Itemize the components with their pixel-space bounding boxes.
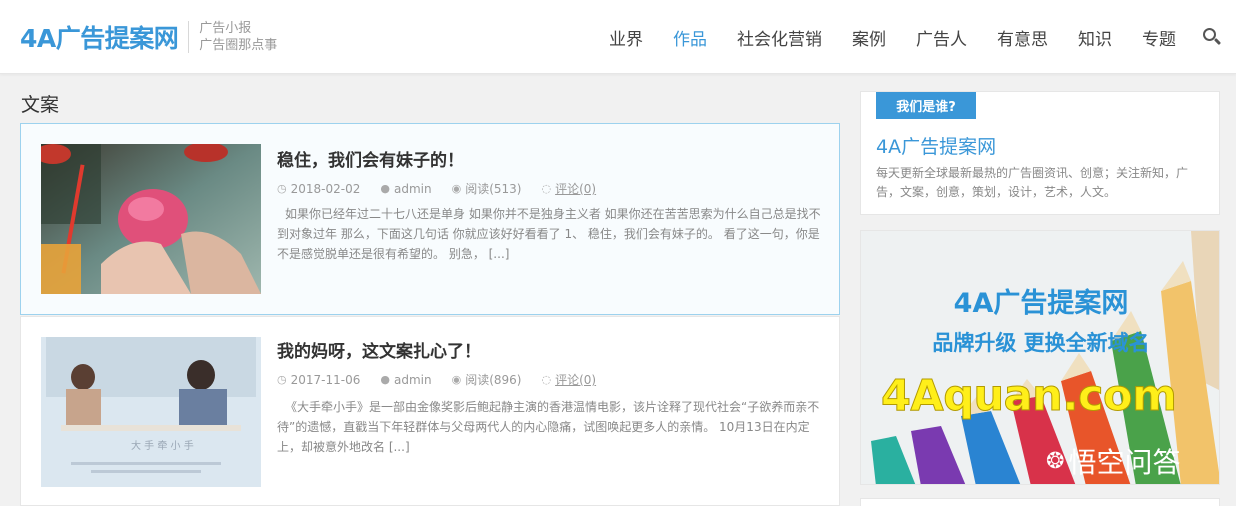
post-author: ● admin (380, 181, 432, 196)
post-views: ◉ 阅读(513) (451, 182, 522, 196)
post-views: ◉ 阅读(896) (451, 373, 522, 387)
site-header: 4A广告提案网 广告小报 广告圈那点事 业界 作品 社会化营销 案例 广告人 有… (0, 0, 1236, 74)
site-logo[interactable]: 4A广告提案网 广告小报 广告圈那点事 (20, 20, 277, 54)
post-thumbnail[interactable] (41, 144, 261, 294)
post-comments[interactable]: ◌ 评论(0) (541, 180, 596, 197)
banner-subtitle: 品牌升级 更换全新域名 (932, 331, 1150, 355)
post-comments[interactable]: ◌ 评论(0) (541, 371, 596, 388)
about-label: 我们是谁? (876, 92, 976, 119)
search-icon[interactable] (1202, 27, 1222, 47)
user-icon: ● (380, 373, 390, 386)
nav-item-cases[interactable]: 案例 (852, 25, 886, 50)
post-meta: ◷ 2017-11-06 ● admin ◉ 阅读(896) ◌ 评论(0) (277, 371, 616, 388)
nav-item-knowledge[interactable]: 知识 (1078, 25, 1112, 50)
svg-text:大 手 牵 小 手: 大 手 牵 小 手 (131, 439, 194, 452)
post-excerpt: 《大手牵小手》是一部由金像奖影后鲍起静主演的香港温情电影，该片诠释了现代社会“子… (277, 400, 820, 454)
banner-title: 4A广告提案网 (953, 288, 1129, 319)
nav-item-social-marketing[interactable]: 社会化营销 (737, 25, 822, 50)
banner-domain: 4Aquan.com (880, 371, 1177, 422)
post-author: ● admin (380, 372, 432, 387)
post-excerpt: 如果你已经年过二十七八还是单身 如果你并不是独身主义者 如果你还在苦苦思索为什么… (277, 207, 821, 261)
logo-divider (188, 21, 190, 53)
next-widget (860, 498, 1220, 506)
promo-banner[interactable]: 4A广告提案网 品牌升级 更换全新域名 4Aquan.com ❂ 悟空问答 (860, 230, 1220, 485)
thumbnail-image-2: 大 手 牵 小 手 (41, 337, 261, 487)
about-description: 每天更新全球最新最热的广告圈资讯、创意；关注新知，广告，文案，创意，策划，设计，… (876, 166, 1189, 199)
nav-item-works[interactable]: 作品 (673, 25, 707, 50)
logo-tagline: 广告小报 广告圈那点事 (199, 20, 277, 54)
post-card: 大 手 牵 小 手 我的妈呀，这文案扎心了！ ◷ 2017-11-06 ● admi… (20, 316, 840, 506)
tagline-line1: 广告小报 (199, 21, 252, 36)
post-date: ◷ 2018-02-02 (277, 181, 361, 196)
post-card: 稳住，我们会有妹子的！ ◷ 2018-02-02 ● admin ◉ 阅读(513) … (20, 123, 840, 315)
comment-icon: ◌ (541, 182, 552, 195)
watermark-text: 悟空问答 (1068, 446, 1181, 479)
logo-text[interactable]: 4A广告提案网 (20, 19, 179, 55)
main-nav: 业界 作品 社会化营销 案例 广告人 有意思 知识 专题 (579, 0, 1222, 74)
tagline-line2: 广告圈那点事 (199, 38, 278, 53)
page-title: 文案 (21, 94, 60, 116)
nav-item-ad-people[interactable]: 广告人 (916, 25, 967, 50)
about-title[interactable]: 4A广告提案网 (876, 132, 996, 159)
eye-icon: ◉ (451, 182, 462, 195)
clock-icon: ◷ (277, 182, 287, 195)
clock-icon: ◷ (277, 373, 287, 386)
comment-icon: ◌ (541, 373, 552, 386)
eye-icon: ◉ (451, 373, 462, 386)
post-title[interactable]: 稳住，我们会有妹子的！ (277, 146, 464, 171)
post-date: ◷ 2017-11-06 (277, 372, 361, 387)
nav-item-industry[interactable]: 业界 (609, 25, 643, 50)
post-thumbnail[interactable]: 大 手 牵 小 手 (41, 337, 261, 487)
wukong-logo-icon: ❂ (1046, 448, 1065, 474)
user-icon: ● (380, 182, 390, 195)
nav-item-topics[interactable]: 专题 (1142, 25, 1176, 50)
thumbnail-image-1 (41, 144, 261, 294)
post-meta: ◷ 2018-02-02 ● admin ◉ 阅读(513) ◌ 评论(0) (277, 180, 616, 197)
post-title[interactable]: 我的妈呀，这文案扎心了！ (277, 337, 481, 362)
about-widget: 我们是谁? 4A广告提案网 每天更新全球最新最热的广告圈资讯、创意；关注新知，广… (860, 91, 1220, 215)
watermark: ❂ 悟空问答 (1046, 441, 1180, 481)
nav-item-interesting[interactable]: 有意思 (997, 25, 1048, 50)
